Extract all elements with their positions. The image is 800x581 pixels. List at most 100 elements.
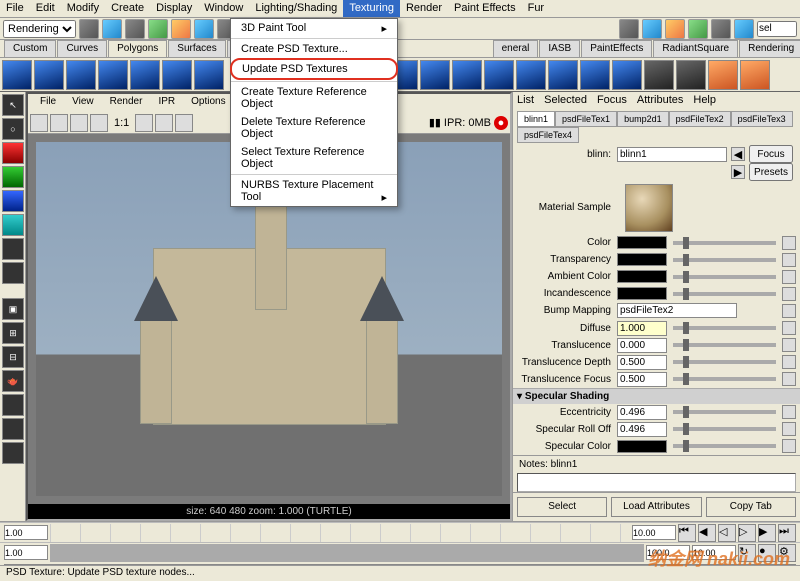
play-back-icon[interactable]: ◁ xyxy=(718,524,736,542)
select-button[interactable]: Select xyxy=(517,497,607,517)
teapot-icon[interactable]: 🫖 xyxy=(2,370,24,392)
layout-icon[interactable] xyxy=(2,442,24,464)
keep-icon[interactable] xyxy=(175,114,193,132)
shelf-button[interactable] xyxy=(644,60,674,90)
pause-icon[interactable]: ▮▮ xyxy=(429,116,441,129)
eccentricity-field[interactable] xyxy=(617,405,667,420)
range-slider[interactable] xyxy=(50,544,644,562)
ambient-slider[interactable] xyxy=(673,275,776,279)
menu-lighting[interactable]: Lighting/Shading xyxy=(249,0,343,17)
map-button[interactable] xyxy=(782,236,796,250)
tab-psdfiletex1[interactable]: psdFileTex1 xyxy=(555,111,617,127)
tool-icon[interactable] xyxy=(125,19,145,39)
layout-icon[interactable]: ⊟ xyxy=(2,346,24,368)
shelftab-curves[interactable]: Curves xyxy=(57,40,107,57)
tool-icon[interactable] xyxy=(688,19,708,39)
map-button[interactable] xyxy=(782,304,796,318)
map-button[interactable] xyxy=(782,253,796,267)
shelftab-general[interactable]: eneral xyxy=(493,40,539,57)
tab-psdfiletex2[interactable]: psdFileTex2 xyxy=(669,111,731,127)
layout-single-icon[interactable]: ▣ xyxy=(2,298,24,320)
lasso-tool-icon[interactable]: ○ xyxy=(2,118,24,140)
tab-psdfiletex4[interactable]: psdFileTex4 xyxy=(517,127,579,143)
shelf-button[interactable] xyxy=(420,60,450,90)
diffuse-field[interactable] xyxy=(617,321,667,336)
translucence-slider[interactable] xyxy=(673,343,776,347)
shelf-button[interactable] xyxy=(162,60,192,90)
color-slider[interactable] xyxy=(673,241,776,245)
map-button[interactable] xyxy=(782,405,796,419)
select-tool-icon[interactable]: ↖ xyxy=(2,94,24,116)
copy-tab-button[interactable]: Copy Tab xyxy=(706,497,796,517)
diffuse-slider[interactable] xyxy=(673,326,776,330)
map-button[interactable] xyxy=(782,338,796,352)
focus-button[interactable]: Focus xyxy=(749,145,793,163)
vmenu-render[interactable]: Render xyxy=(102,94,151,112)
render-region-icon[interactable] xyxy=(50,114,68,132)
translfocus-slider[interactable] xyxy=(673,377,776,381)
move-tool-icon[interactable] xyxy=(2,142,24,164)
shelf-button[interactable] xyxy=(194,60,224,90)
menuitem-select-ref[interactable]: Select Texture Reference Object xyxy=(231,143,397,173)
transldepth-slider[interactable] xyxy=(673,360,776,364)
incandescence-swatch[interactable] xyxy=(617,287,667,300)
translucence-field[interactable] xyxy=(617,338,667,353)
color-swatch[interactable] xyxy=(617,236,667,249)
sel-field[interactable] xyxy=(757,21,797,37)
load-attributes-button[interactable]: Load Attributes xyxy=(611,497,701,517)
shelftab-polygons[interactable]: Polygons xyxy=(108,40,167,57)
tool-icon[interactable] xyxy=(79,19,99,39)
tab-bump2d1[interactable]: bump2d1 xyxy=(617,111,669,127)
save-icon[interactable] xyxy=(135,114,153,132)
layout-icon[interactable] xyxy=(2,394,24,416)
shelftab-iasb[interactable]: IASB xyxy=(539,40,580,57)
tab-blinn1[interactable]: blinn1 xyxy=(517,111,555,127)
trash-icon[interactable] xyxy=(155,114,173,132)
nav-back-icon[interactable]: ◀ xyxy=(731,147,745,161)
menuitem-nurbs-placement[interactable]: NURBS Texture Placement Tool xyxy=(231,176,397,206)
menuitem-delete-ref[interactable]: Delete Texture Reference Object xyxy=(231,113,397,143)
shelf-button[interactable] xyxy=(130,60,160,90)
tab-psdfiletex3[interactable]: psdFileTex3 xyxy=(731,111,793,127)
scale-tool-icon[interactable] xyxy=(2,190,24,212)
transldepth-field[interactable] xyxy=(617,355,667,370)
shelftab-rendering[interactable]: Rendering xyxy=(739,40,800,57)
notes-field[interactable] xyxy=(517,473,796,492)
tool-icon[interactable] xyxy=(619,19,639,39)
shelftab-custom[interactable]: Custom xyxy=(4,40,56,57)
shelftab-painteffects[interactable]: PaintEffects xyxy=(581,40,652,57)
menu-painteffects[interactable]: Paint Effects xyxy=(448,0,522,17)
transparency-slider[interactable] xyxy=(673,258,776,262)
shelf-button[interactable] xyxy=(580,60,610,90)
map-button[interactable] xyxy=(782,422,796,436)
map-button[interactable] xyxy=(782,270,796,284)
shelf-button[interactable] xyxy=(548,60,578,90)
shelf-button[interactable] xyxy=(484,60,514,90)
amenu-help[interactable]: Help xyxy=(693,94,716,107)
specrolloff-field[interactable] xyxy=(617,422,667,437)
map-button[interactable] xyxy=(782,287,796,301)
tool-icon[interactable] xyxy=(194,19,214,39)
menu-file[interactable]: File xyxy=(0,0,30,17)
shelf-button[interactable] xyxy=(98,60,128,90)
rewind-start-icon[interactable]: ⏮ xyxy=(678,524,696,542)
manip-tool-icon[interactable] xyxy=(2,214,24,236)
amenu-selected[interactable]: Selected xyxy=(544,94,587,107)
ipr-icon[interactable] xyxy=(70,114,88,132)
amenu-list[interactable]: List xyxy=(517,94,534,107)
step-back-icon[interactable]: ◀ xyxy=(698,524,716,542)
shelf-button[interactable] xyxy=(2,60,32,90)
map-button[interactable] xyxy=(782,321,796,335)
ambient-swatch[interactable] xyxy=(617,270,667,283)
vmenu-file[interactable]: File xyxy=(32,94,64,112)
speccolor-swatch[interactable] xyxy=(617,440,667,453)
layout-icon[interactable] xyxy=(2,418,24,440)
shelf-button[interactable] xyxy=(34,60,64,90)
time-start-field[interactable] xyxy=(4,525,48,540)
menuitem-create-ref[interactable]: Create Texture Reference Object xyxy=(231,83,397,113)
shelftab-radiantsquare[interactable]: RadiantSquare xyxy=(653,40,738,57)
vmenu-view[interactable]: View xyxy=(64,94,102,112)
bump-field[interactable] xyxy=(617,303,737,318)
menu-render[interactable]: Render xyxy=(400,0,448,17)
shelf-button[interactable] xyxy=(708,60,738,90)
